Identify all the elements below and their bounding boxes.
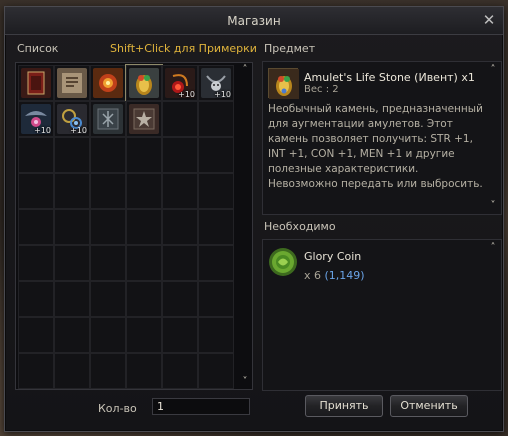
life-stone-icon[interactable] [129, 68, 159, 98]
grid-cell[interactable] [162, 137, 198, 173]
enchant-level: +10 [34, 126, 51, 135]
grid-cell[interactable] [90, 353, 126, 389]
star-rune-icon[interactable] [129, 104, 159, 134]
item-grid: +10 +10 +10 +10 [18, 64, 234, 389]
description-scrollbar[interactable]: ˄ ˅ [488, 65, 498, 211]
grid-cell[interactable] [162, 209, 198, 245]
grid-scrollbar[interactable]: ˄ ˅ [240, 65, 250, 387]
grid-cell[interactable] [54, 137, 90, 173]
item-label: Предмет [264, 42, 316, 55]
grid-cell[interactable]: +10 [18, 101, 54, 137]
grid-cell[interactable] [90, 317, 126, 353]
required-panel: Glory Coin x 6 (1,149) ˄ [262, 239, 502, 391]
grid-cell[interactable] [54, 65, 90, 101]
life-stone-icon [268, 68, 299, 99]
grid-cell[interactable] [198, 245, 234, 281]
grid-cell[interactable] [18, 353, 54, 389]
grid-cell[interactable] [126, 137, 162, 173]
grid-cell[interactable] [18, 65, 54, 101]
grid-cell[interactable] [18, 137, 54, 173]
grid-cell[interactable] [54, 173, 90, 209]
grid-cell[interactable] [126, 209, 162, 245]
grid-cell[interactable] [18, 245, 54, 281]
grid-cell[interactable] [90, 65, 126, 101]
item-detail-panel: Amulet's Life Stone (Ивент) x1 Вес : 2 Н… [262, 61, 502, 215]
grid-cell[interactable]: +10 [162, 65, 198, 101]
grid-cell[interactable] [126, 173, 162, 209]
item-weight: Вес : 2 [304, 84, 339, 95]
cancel-button[interactable]: Отменить [390, 395, 468, 417]
grid-cell[interactable] [126, 101, 162, 137]
grid-cell[interactable] [162, 317, 198, 353]
coin-quantity: x 6 (1,149) [304, 269, 365, 282]
grid-cell[interactable] [54, 317, 90, 353]
grid-cell[interactable] [54, 281, 90, 317]
accept-button[interactable]: Принять [305, 395, 383, 417]
grid-cell[interactable] [90, 137, 126, 173]
coin-name: Glory Coin [304, 250, 362, 263]
grid-cell[interactable] [125, 64, 163, 102]
glory-coin-icon [268, 247, 298, 277]
scroll-icon[interactable] [57, 68, 87, 98]
quantity-input[interactable] [152, 398, 250, 415]
grid-cell[interactable] [126, 353, 162, 389]
required-scrollbar[interactable]: ˄ [488, 243, 498, 387]
dark-rune-icon[interactable] [93, 104, 123, 134]
grid-cell[interactable] [162, 101, 198, 137]
grid-cell[interactable]: +10 [54, 101, 90, 137]
grid-cell[interactable] [90, 245, 126, 281]
grid-cell[interactable] [162, 353, 198, 389]
grid-cell[interactable] [18, 281, 54, 317]
tryon-hint: Shift+Click для Примерки [110, 42, 257, 55]
grid-cell[interactable] [198, 281, 234, 317]
grid-cell[interactable] [90, 101, 126, 137]
grid-cell[interactable] [90, 173, 126, 209]
required-count: x 6 [304, 269, 322, 282]
enchant-level: +10 [178, 90, 195, 99]
grid-cell[interactable] [90, 281, 126, 317]
grid-cell[interactable] [198, 101, 234, 137]
scroll-down-icon[interactable]: ˅ [488, 201, 498, 211]
grid-cell[interactable] [126, 245, 162, 281]
grid-cell[interactable] [198, 353, 234, 389]
list-label: Список [17, 42, 59, 55]
grid-cell[interactable] [198, 137, 234, 173]
enchant-level: +10 [70, 126, 87, 135]
grid-cell[interactable] [18, 317, 54, 353]
grid-cell[interactable] [54, 353, 90, 389]
quantity-label: Кол-во [98, 402, 137, 415]
scroll-up-icon[interactable]: ˄ [240, 65, 250, 75]
shop-window: Магазин ✕ Список Shift+Click для Примерк… [4, 6, 504, 432]
grid-cell[interactable] [18, 209, 54, 245]
grid-cell[interactable] [54, 209, 90, 245]
item-name: Amulet's Life Stone (Ивент) x1 [304, 71, 475, 84]
grid-cell[interactable] [162, 245, 198, 281]
scroll-up-icon[interactable]: ˄ [488, 65, 498, 75]
scroll-down-icon[interactable]: ˅ [240, 377, 250, 387]
grid-cell[interactable]: +10 [198, 65, 234, 101]
grid-cell[interactable] [90, 209, 126, 245]
grid-cell[interactable] [198, 317, 234, 353]
grid-cell[interactable] [198, 173, 234, 209]
required-label: Необходимо [264, 220, 336, 233]
window-title: Магазин [227, 14, 281, 28]
grid-cell[interactable] [18, 173, 54, 209]
book-icon[interactable] [21, 68, 51, 98]
grid-cell[interactable] [126, 317, 162, 353]
grid-cell[interactable] [162, 281, 198, 317]
owned-count: (1,149) [324, 269, 365, 282]
grid-cell[interactable] [126, 281, 162, 317]
enchant-level: +10 [214, 90, 231, 99]
flower-icon[interactable] [93, 68, 123, 98]
item-description: Необычный камень, предназначенный для ау… [268, 103, 483, 190]
grid-cell[interactable] [54, 245, 90, 281]
scroll-up-icon[interactable]: ˄ [488, 243, 498, 253]
item-grid-panel: +10 +10 +10 +10 ˄ ˅ [15, 62, 253, 390]
grid-cell[interactable] [162, 173, 198, 209]
close-icon[interactable]: ✕ [481, 12, 497, 28]
title-bar[interactable]: Магазин ✕ [5, 7, 503, 35]
grid-cell[interactable] [198, 209, 234, 245]
